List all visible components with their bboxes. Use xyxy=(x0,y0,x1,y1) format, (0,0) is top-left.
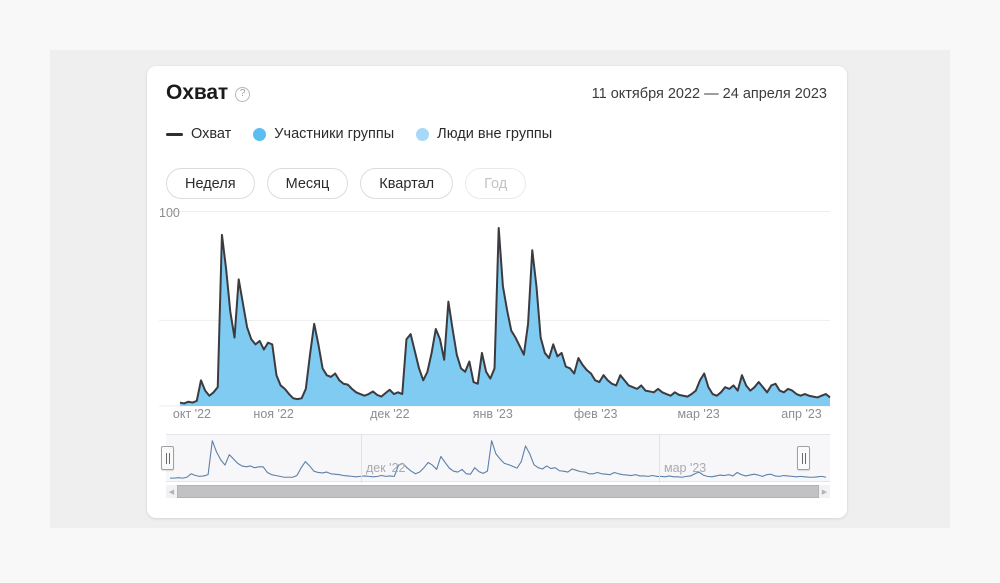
x-axis-tick-4: фев '23 xyxy=(574,407,618,421)
navigator-chart-svg xyxy=(166,435,830,483)
navigator-gridline-dec xyxy=(361,435,362,483)
navigator-line xyxy=(170,441,826,478)
page-title: Охват xyxy=(166,82,228,103)
x-axis-tick-0: окт '22 xyxy=(173,407,211,421)
main-chart[interactable] xyxy=(147,216,847,416)
main-chart-svg xyxy=(147,216,847,416)
legend-item-reach[interactable]: Охват xyxy=(166,126,231,142)
chart-legend: Охват Участники группы Люди вне группы xyxy=(166,126,552,142)
help-icon[interactable]: ? xyxy=(235,87,250,102)
x-axis-tick-3: янв '23 xyxy=(473,407,513,421)
legend-dot-marker-non-members xyxy=(416,128,429,141)
x-axis-tick-5: мар '23 xyxy=(677,407,719,421)
x-axis-tick-6: апр '23 xyxy=(781,407,821,421)
scrollbar-left-arrow-icon[interactable]: ◀ xyxy=(166,485,177,498)
legend-line-marker xyxy=(166,133,183,136)
card-header: Охват ? 11 октября 2022 — 24 апреля 2023 xyxy=(147,66,847,114)
range-handle-left[interactable] xyxy=(161,446,174,470)
date-range-label: 11 октября 2022 — 24 апреля 2023 xyxy=(592,86,827,102)
x-axis-tick-2: дек '22 xyxy=(370,407,409,421)
legend-label-reach: Охват xyxy=(191,126,231,142)
x-axis-tick-1: ноя '22 xyxy=(253,407,293,421)
legend-label-group-members: Участники группы xyxy=(274,126,394,142)
period-button-week[interactable]: Неделя xyxy=(166,168,255,199)
horizontal-scrollbar[interactable]: ◀ ▶ xyxy=(166,485,830,498)
reach-stats-card: Охват ? 11 октября 2022 — 24 апреля 2023… xyxy=(147,66,847,518)
navigator-label-mar: мар '23 xyxy=(664,461,706,475)
header-divider xyxy=(166,211,830,212)
legend-item-group-members[interactable]: Участники группы xyxy=(253,126,394,142)
range-navigator[interactable]: дек '22 мар '23 xyxy=(166,434,830,482)
scrollbar-thumb[interactable] xyxy=(177,485,819,498)
legend-dot-marker-members xyxy=(253,128,266,141)
period-button-quarter[interactable]: Квартал xyxy=(360,168,453,199)
title-wrap: Охват ? xyxy=(166,82,250,103)
navigator-gridline-mar xyxy=(659,435,660,483)
period-button-month[interactable]: Месяц xyxy=(267,168,349,199)
screenshot-root: Охват ? 11 октября 2022 — 24 апреля 2023… xyxy=(0,0,1000,583)
legend-item-non-members[interactable]: Люди вне группы xyxy=(416,126,552,142)
scrollbar-track[interactable] xyxy=(177,485,819,498)
navigator-label-dec: дек '22 xyxy=(366,461,405,475)
range-handle-right[interactable] xyxy=(797,446,810,470)
x-axis: окт '22 ноя '22 дек '22 янв '23 фев '23 мар '… xyxy=(147,407,847,425)
scrollbar-right-arrow-icon[interactable]: ▶ xyxy=(819,485,830,498)
period-button-year: Год xyxy=(465,168,526,199)
legend-label-non-members: Люди вне группы xyxy=(437,126,552,142)
period-selector: Неделя Месяц Квартал Год xyxy=(166,168,526,199)
